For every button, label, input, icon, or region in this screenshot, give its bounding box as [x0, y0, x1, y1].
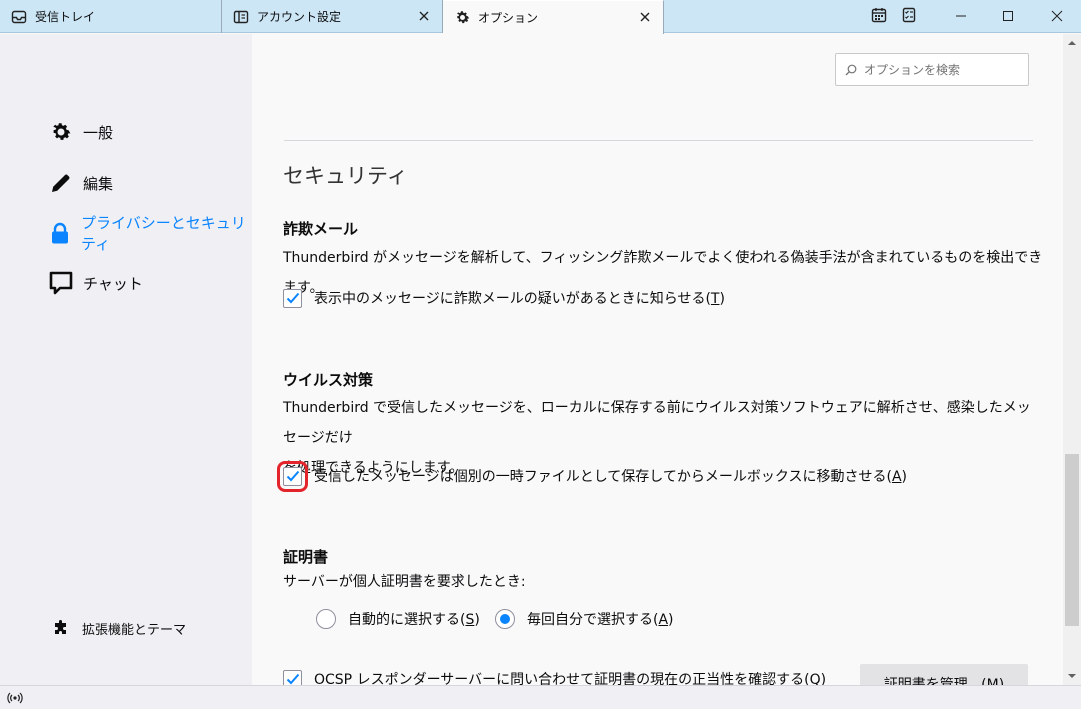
- section-title: セキュリティ: [283, 164, 408, 188]
- tasks-icon: [901, 7, 917, 27]
- radio-label: 自動的に選択する(S): [348, 612, 480, 628]
- section-divider: [284, 140, 1033, 141]
- tab-account-settings[interactable]: アカウント設定: [222, 0, 443, 33]
- sidebar-item-label: 一般: [83, 123, 114, 142]
- tab-label: オプション: [478, 11, 539, 25]
- sidebar-item-extensions-themes[interactable]: 拡張機能とテーマ: [52, 617, 186, 639]
- radio-dot: [500, 614, 510, 624]
- scroll-up-arrow-icon[interactable]: [1063, 34, 1081, 51]
- lock-icon: [48, 220, 72, 246]
- sidebar-item-privacy-security[interactable]: プライバシーとセキュリティ: [48, 214, 252, 253]
- search-icon: [845, 63, 859, 77]
- certificates-description: サーバーが個人証明書を要求したとき:: [283, 574, 526, 590]
- sidebar-item-label: チャット: [83, 274, 143, 293]
- sidebar-item-chat[interactable]: チャット: [48, 268, 143, 298]
- sidebar-item-label: プライバシーとセキュリティ: [81, 214, 246, 253]
- ocsp-checkbox[interactable]: [283, 669, 302, 685]
- radio-button[interactable]: [316, 609, 336, 629]
- antivirus-description-line: Thunderbird で受信したメッセージを、ローカルに保存する前にウイルス対…: [283, 400, 1031, 446]
- antivirus-checkbox-row[interactable]: 受信したメッセージは個別の一時ファイルとして保存してからメールボックスに移動させ…: [277, 460, 907, 492]
- scrollbar-thumb[interactable]: [1065, 454, 1079, 626]
- antivirus-heading: ウイルス対策: [283, 371, 374, 389]
- puzzle-icon: [52, 619, 70, 637]
- maximize-button[interactable]: [985, 0, 1031, 33]
- gear-icon: [48, 119, 74, 145]
- radio-label: 毎回自分で選択する(A): [527, 612, 674, 628]
- ocsp-checkbox-row[interactable]: OCSP レスポンダーサーバーに問い合わせて証明書の現在の正当性を確認する(Q): [283, 668, 826, 685]
- phishing-checkbox-row[interactable]: 表示中のメッセージに詐欺メールの疑いがあるときに知らせる(T): [283, 287, 725, 309]
- tasks-button[interactable]: [886, 0, 932, 33]
- tab-options[interactable]: オプション: [443, 0, 664, 34]
- antivirus-checkbox-label: 受信したメッセージは個別の一時ファイルとして保存してからメールボックスに移動させ…: [314, 469, 907, 485]
- tab-bar: 受信トレイ アカウント設定 オプション: [0, 0, 1081, 34]
- radio-ask-every-time[interactable]: 毎回自分で選択する(A): [495, 608, 674, 630]
- pencil-icon: [48, 170, 74, 196]
- options-sidebar: 一般 編集 プライバシーとセキュリティ チャット 拡張機能とテーマ: [0, 34, 252, 685]
- sidebar-item-label: 編集: [83, 174, 114, 193]
- tab-label: アカウント設定: [257, 10, 342, 24]
- sidebar-item-label: 拡張機能とテーマ: [82, 622, 187, 638]
- online-status-icon[interactable]: [6, 689, 24, 707]
- phishing-heading: 詐欺メール: [283, 220, 359, 238]
- search-input[interactable]: オプションを検索: [835, 53, 1029, 86]
- phishing-checkbox[interactable]: [283, 288, 302, 308]
- close-tab-icon[interactable]: [416, 8, 432, 24]
- status-bar: [0, 685, 1081, 709]
- certificates-heading: 証明書: [283, 548, 329, 566]
- close-window-button[interactable]: [1034, 0, 1080, 33]
- inbox-icon: [10, 8, 28, 26]
- chat-icon: [48, 270, 74, 296]
- manage-certificates-button[interactable]: 証明書を管理...(M): [860, 664, 1028, 685]
- vertical-scrollbar[interactable]: [1063, 34, 1081, 685]
- account-settings-icon: [232, 8, 250, 26]
- options-main: オプションを検索 セキュリティ 詐欺メール Thunderbird がメッセージ…: [252, 34, 1063, 685]
- sidebar-item-composition[interactable]: 編集: [48, 168, 113, 198]
- scroll-down-arrow-icon[interactable]: [1063, 668, 1081, 685]
- radio-auto-select[interactable]: 自動的に選択する(S): [316, 608, 480, 630]
- search-placeholder: オプションを検索: [864, 63, 961, 77]
- tab-inbox[interactable]: 受信トレイ: [0, 0, 222, 33]
- calendar-icon: [871, 7, 887, 27]
- antivirus-checkbox[interactable]: [277, 460, 308, 492]
- minimize-button[interactable]: [938, 0, 984, 33]
- ocsp-checkbox-label: OCSP レスポンダーサーバーに問い合わせて証明書の現在の正当性を確認する(Q): [314, 672, 827, 685]
- sidebar-item-general[interactable]: 一般: [48, 117, 113, 147]
- tab-label: 受信トレイ: [35, 10, 96, 24]
- close-tab-icon[interactable]: [637, 9, 653, 25]
- radio-button[interactable]: [495, 609, 515, 629]
- minimize-icon: [955, 7, 967, 26]
- phishing-checkbox-label: 表示中のメッセージに詐欺メールの疑いがあるときに知らせる(T): [314, 291, 725, 307]
- gear-icon: [453, 9, 471, 27]
- close-icon: [1051, 7, 1063, 26]
- maximize-icon: [1002, 7, 1014, 26]
